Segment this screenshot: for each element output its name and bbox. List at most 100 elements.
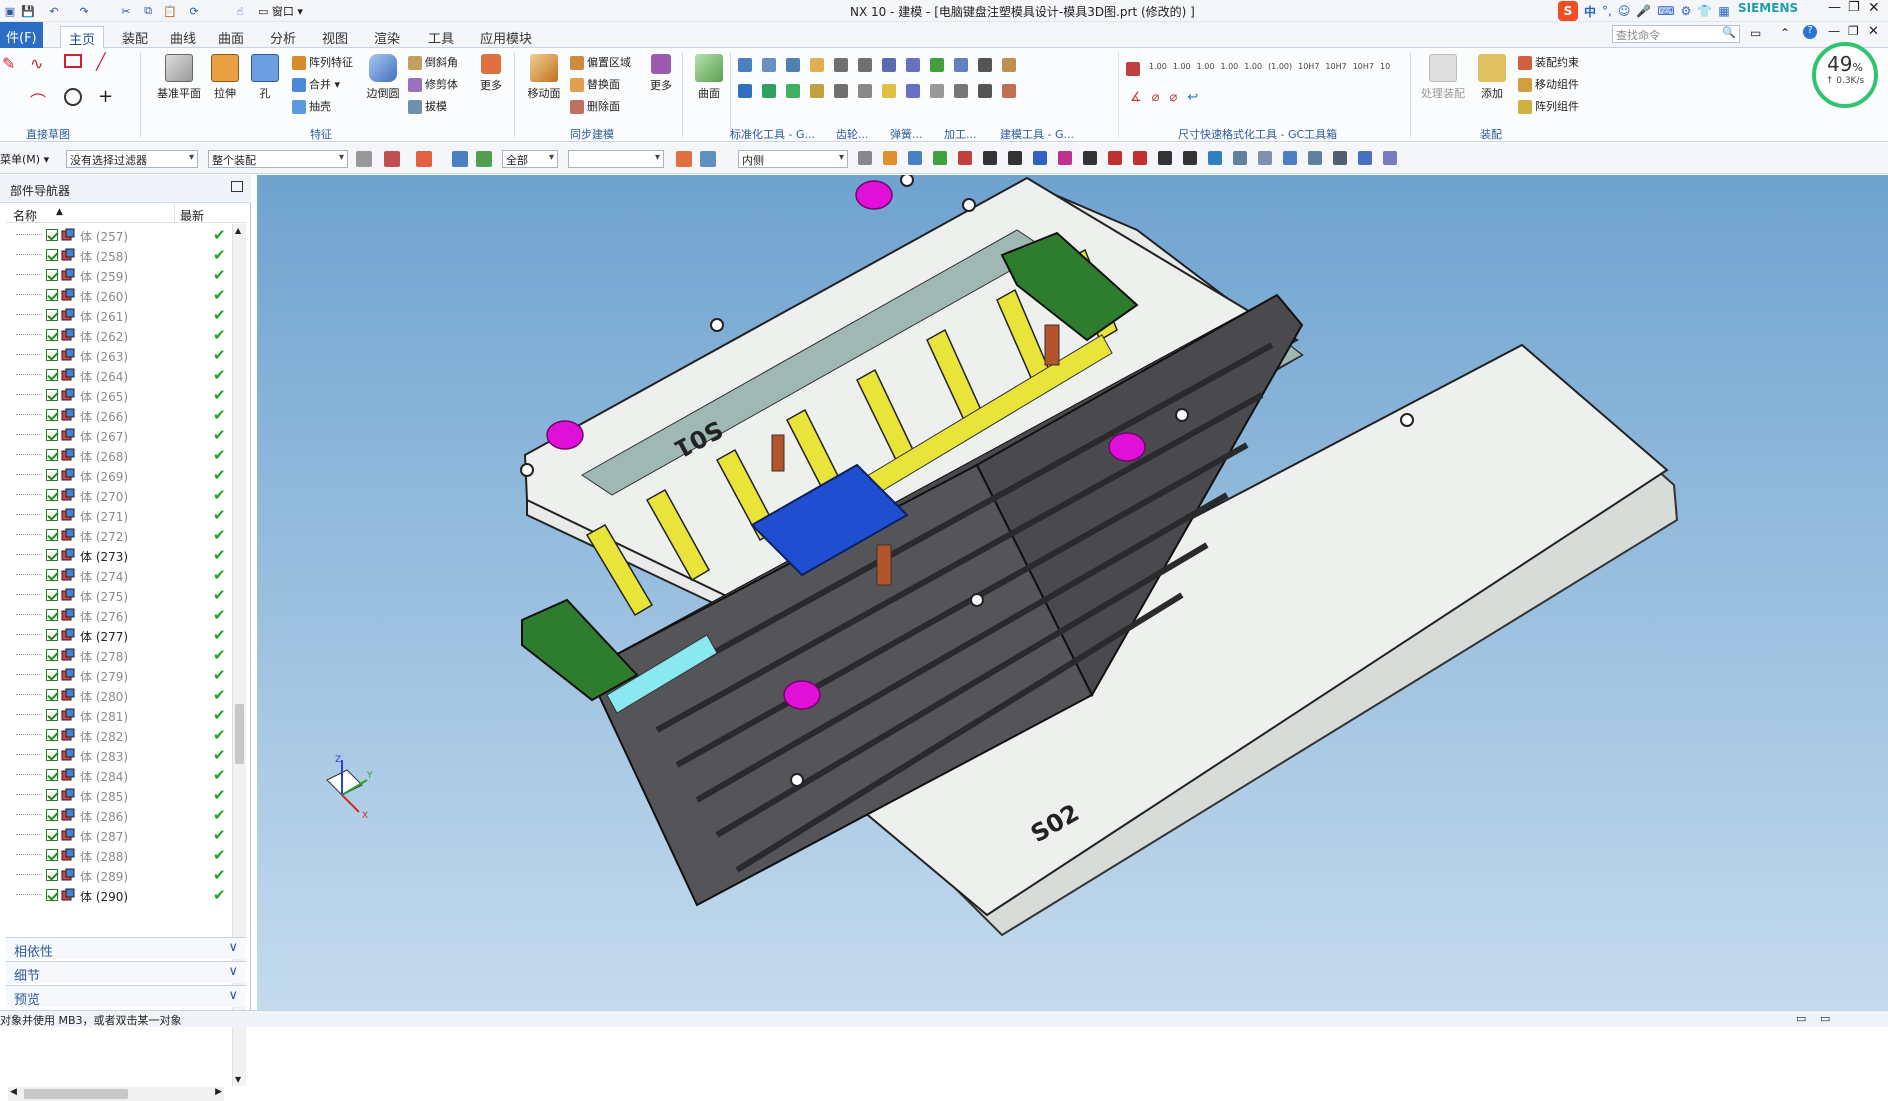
visibility-checkbox[interactable] [46, 289, 58, 301]
guide-pin[interactable] [546, 420, 584, 450]
visibility-checkbox[interactable] [46, 369, 58, 381]
tree-row[interactable]: 体 (268) ✔ [6, 445, 238, 465]
visibility-checkbox[interactable] [46, 469, 58, 481]
visibility-checkbox[interactable] [46, 489, 58, 501]
save-icon[interactable]: 💾 [20, 3, 36, 19]
diameter-dim-icon[interactable]: ⌀ [1169, 90, 1177, 105]
build-icon[interactable] [1002, 58, 1016, 72]
visibility-checkbox[interactable] [46, 569, 58, 581]
move-face-button[interactable]: 移动面 [524, 54, 564, 101]
minimize-icon[interactable]: — [1828, 0, 1841, 15]
scroll-up-icon[interactable]: ▲ [235, 226, 241, 235]
circle-icon[interactable] [64, 88, 82, 106]
undo-icon[interactable]: ↶ [46, 3, 62, 19]
guide-pin[interactable] [783, 680, 821, 710]
column-name[interactable]: 名称 [13, 207, 37, 224]
tree-row[interactable]: 体 (269) ✔ [6, 465, 238, 485]
doc-minimize-icon[interactable]: — [1828, 24, 1840, 38]
dim-format-button[interactable]: 10H7 [1298, 62, 1319, 76]
copy-icon[interactable]: ⧉ [140, 3, 156, 19]
keyboard-icon[interactable]: ⌨ [1657, 4, 1674, 18]
visibility-checkbox[interactable] [46, 249, 58, 261]
visibility-checkbox[interactable] [46, 889, 58, 901]
rectangle-icon[interactable] [64, 54, 82, 68]
spring-icon[interactable] [882, 58, 896, 72]
tree-row[interactable]: 体 (266) ✔ [6, 405, 238, 425]
spline-snap-icon[interactable] [1058, 151, 1072, 165]
tab-render[interactable]: 渲染 [366, 26, 408, 48]
visibility-checkbox[interactable] [46, 789, 58, 801]
line-snap-icon[interactable] [983, 151, 997, 165]
visibility-checkbox[interactable] [46, 689, 58, 701]
doc-restore-icon[interactable]: ❐ [1848, 24, 1859, 38]
intersect-snap-icon[interactable] [1083, 151, 1097, 165]
blank-select[interactable] [568, 150, 664, 168]
scroll-left-icon[interactable]: ◀ [10, 1087, 17, 1097]
tree-row[interactable]: 体 (273) ✔ [6, 545, 238, 565]
scrollbar-thumb[interactable] [24, 1089, 128, 1099]
move-component-button[interactable]: 移动组件 [1518, 76, 1579, 92]
snap-icon[interactable] [958, 151, 972, 165]
std-part-icon[interactable] [762, 84, 776, 98]
visibility-checkbox[interactable] [46, 869, 58, 881]
globe-icon[interactable] [476, 151, 492, 167]
tab-view[interactable]: 视图 [314, 26, 356, 48]
tree-row[interactable]: 体 (262) ✔ [6, 325, 238, 345]
ribbon-collapse-icon[interactable]: ⌃ [1780, 26, 1790, 40]
window-switch-icon[interactable]: ▭ [1750, 26, 1761, 40]
camera-icon[interactable] [1383, 151, 1397, 165]
visibility-checkbox[interactable] [46, 349, 58, 361]
mold-model[interactable]: S01 S02 [257, 173, 1888, 1010]
touch-mode-icon[interactable]: ☝ [232, 3, 248, 19]
visibility-checkbox[interactable] [46, 449, 58, 461]
gear-icon[interactable] [834, 58, 848, 72]
build-icon[interactable] [978, 84, 992, 98]
dim-format-button[interactable]: 1.00 [1173, 62, 1191, 76]
shaded-icon[interactable] [1358, 151, 1372, 165]
arc-icon[interactable]: ⌒ [30, 88, 46, 112]
tree-row[interactable]: 体 (289) ✔ [6, 865, 238, 885]
std-part-icon[interactable] [786, 58, 800, 72]
command-search-input[interactable]: 查找命令 🔍 [1612, 25, 1740, 43]
std-part-icon[interactable] [738, 58, 752, 72]
tree-row[interactable]: 体 (265) ✔ [6, 385, 238, 405]
tree-row[interactable]: 体 (264) ✔ [6, 365, 238, 385]
filter-icon[interactable] [356, 151, 372, 167]
scroll-right-icon[interactable]: ▶ [215, 1087, 222, 1097]
tab-curve[interactable]: 曲线 [162, 26, 204, 48]
inside-select[interactable]: 内侧 [738, 150, 848, 168]
dim-format-button[interactable]: 10 [1380, 62, 1390, 76]
tree-row[interactable]: 体 (276) ✔ [6, 605, 238, 625]
gear-icon[interactable] [834, 84, 848, 98]
dim-format-button[interactable]: 1.00 [1197, 62, 1215, 76]
graphics-window[interactable]: S01 S02 Z Y X [257, 173, 1888, 1010]
mic-icon[interactable]: 🎤 [1636, 4, 1651, 18]
status-icon[interactable]: ▭ [1796, 1012, 1806, 1025]
ime-lang[interactable]: 中 [1584, 3, 1596, 20]
visibility-checkbox[interactable] [46, 729, 58, 741]
help-icon[interactable]: ? [1803, 25, 1817, 39]
panel-dependencies[interactable]: 相依性 ∨ [6, 937, 246, 960]
dim-format-button[interactable]: 10H7 [1325, 62, 1346, 76]
status-icon[interactable]: ▭ [1820, 1012, 1830, 1025]
dim-format-button[interactable]: 1.00 [1220, 62, 1238, 76]
extrude-button[interactable]: 拉伸 [208, 54, 242, 101]
tree-row[interactable]: 体 (284) ✔ [6, 765, 238, 785]
tab-surface[interactable]: 曲面 [210, 26, 252, 48]
guide-pin[interactable] [855, 180, 893, 210]
gear-icon[interactable] [810, 84, 824, 98]
zoom-icon[interactable] [1258, 151, 1272, 165]
visibility-checkbox[interactable] [46, 389, 58, 401]
visibility-checkbox[interactable] [46, 409, 58, 421]
file-menu[interactable]: 件(F) [0, 22, 43, 48]
sketch-icon[interactable]: ✎ [2, 54, 15, 73]
dim-icon[interactable] [1126, 62, 1140, 76]
dim-format-button[interactable]: (1.00) [1268, 62, 1292, 76]
snap-point-icon[interactable] [676, 151, 692, 167]
pattern-feature-button[interactable]: 阵列特征 [292, 54, 353, 70]
navigator-hscrollbar[interactable]: ◀ ▶ [8, 1087, 224, 1101]
emoji-icon[interactable]: ☺ [1618, 4, 1631, 18]
line-icon[interactable]: ╱ [96, 52, 106, 71]
tree-row[interactable]: 体 (287) ✔ [6, 825, 238, 845]
dim-format-button[interactable]: 10H7 [1353, 62, 1374, 76]
